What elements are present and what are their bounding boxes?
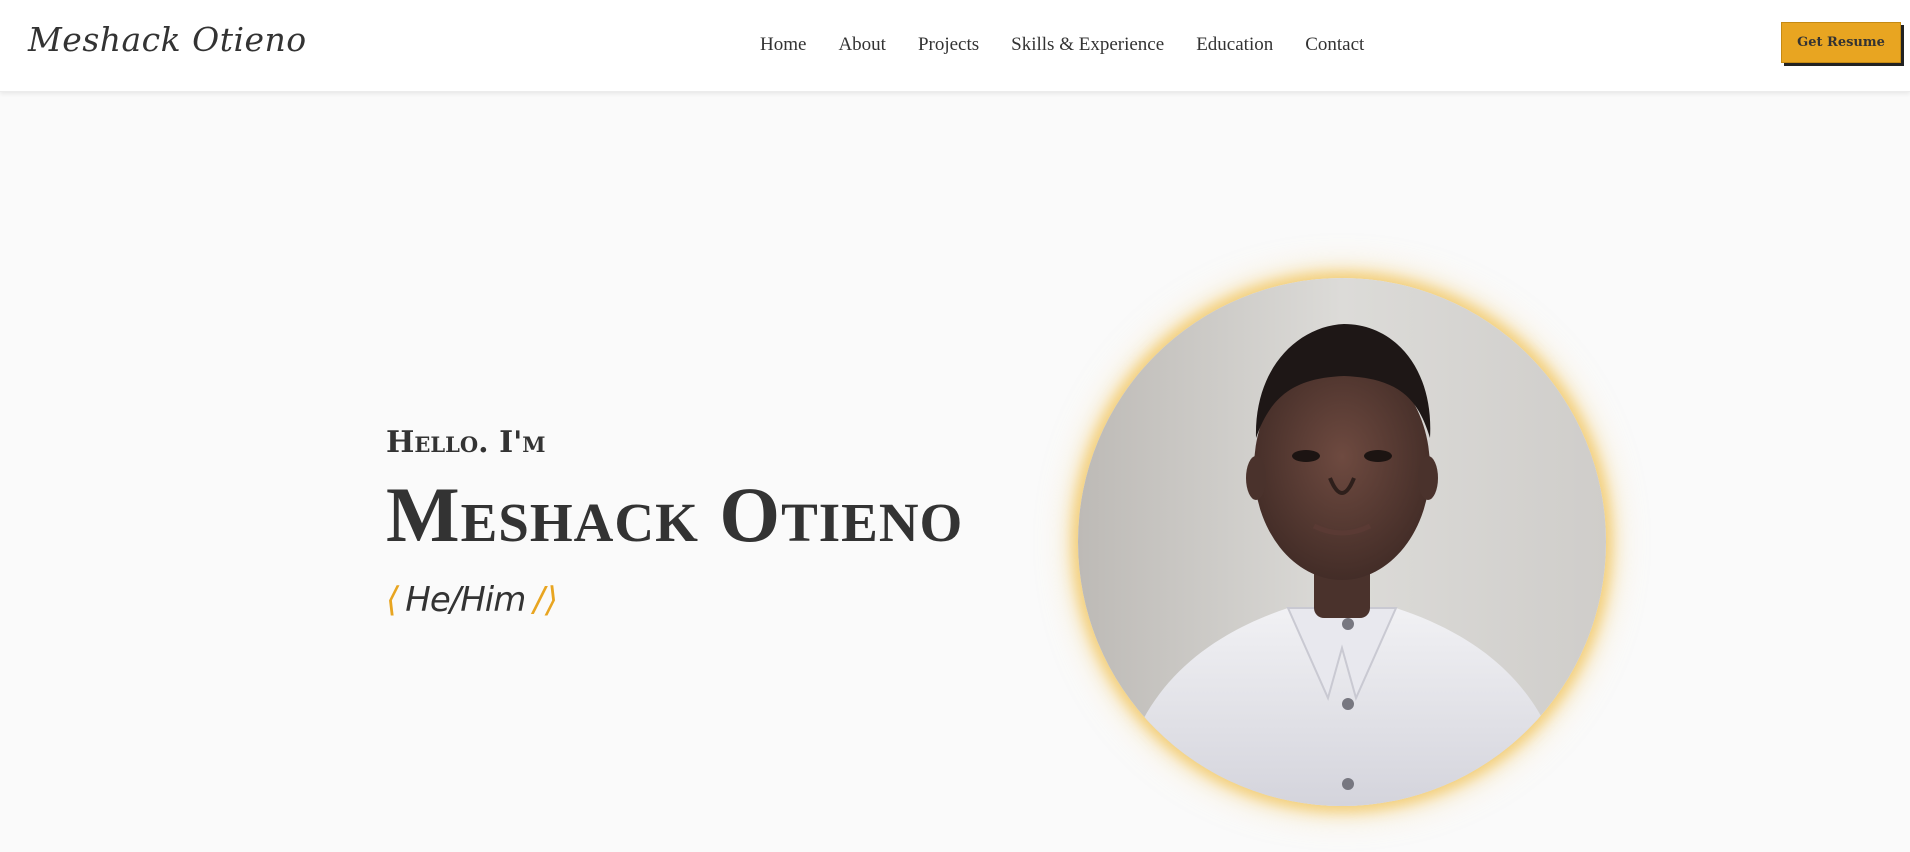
hero-name: Meshack Otieno xyxy=(386,471,964,558)
portrait-illustration xyxy=(1078,278,1606,806)
pronoun-text: He/Him xyxy=(405,580,526,620)
nav-link-home[interactable]: Home xyxy=(760,34,806,56)
hero-intro: Hello. I'm Meshack Otieno ⟨ He/Him /⟩ xyxy=(386,425,963,620)
bracket-open: ⟨ xyxy=(386,580,400,620)
get-resume-button[interactable]: Get Resume xyxy=(1781,22,1901,63)
bracket-close: /⟩ xyxy=(533,580,559,620)
profile-photo xyxy=(1078,278,1606,806)
nav-link-contact[interactable]: Contact xyxy=(1305,34,1364,56)
site-logo[interactable]: Meshack Otieno xyxy=(28,20,307,59)
hero-greeting: Hello. I'm xyxy=(386,425,546,460)
navbar: Meshack Otieno Home About Projects Skill… xyxy=(0,0,1910,92)
nav-link-about[interactable]: About xyxy=(838,34,886,56)
nav-link-education[interactable]: Education xyxy=(1196,34,1273,56)
nav-link-skills-experience[interactable]: Skills & Experience xyxy=(1011,34,1164,56)
nav-links: Home About Projects Skills & Experience … xyxy=(760,34,1396,56)
pronoun-tag: ⟨ He/Him /⟩ xyxy=(386,580,963,620)
nav-link-projects[interactable]: Projects xyxy=(918,34,979,56)
